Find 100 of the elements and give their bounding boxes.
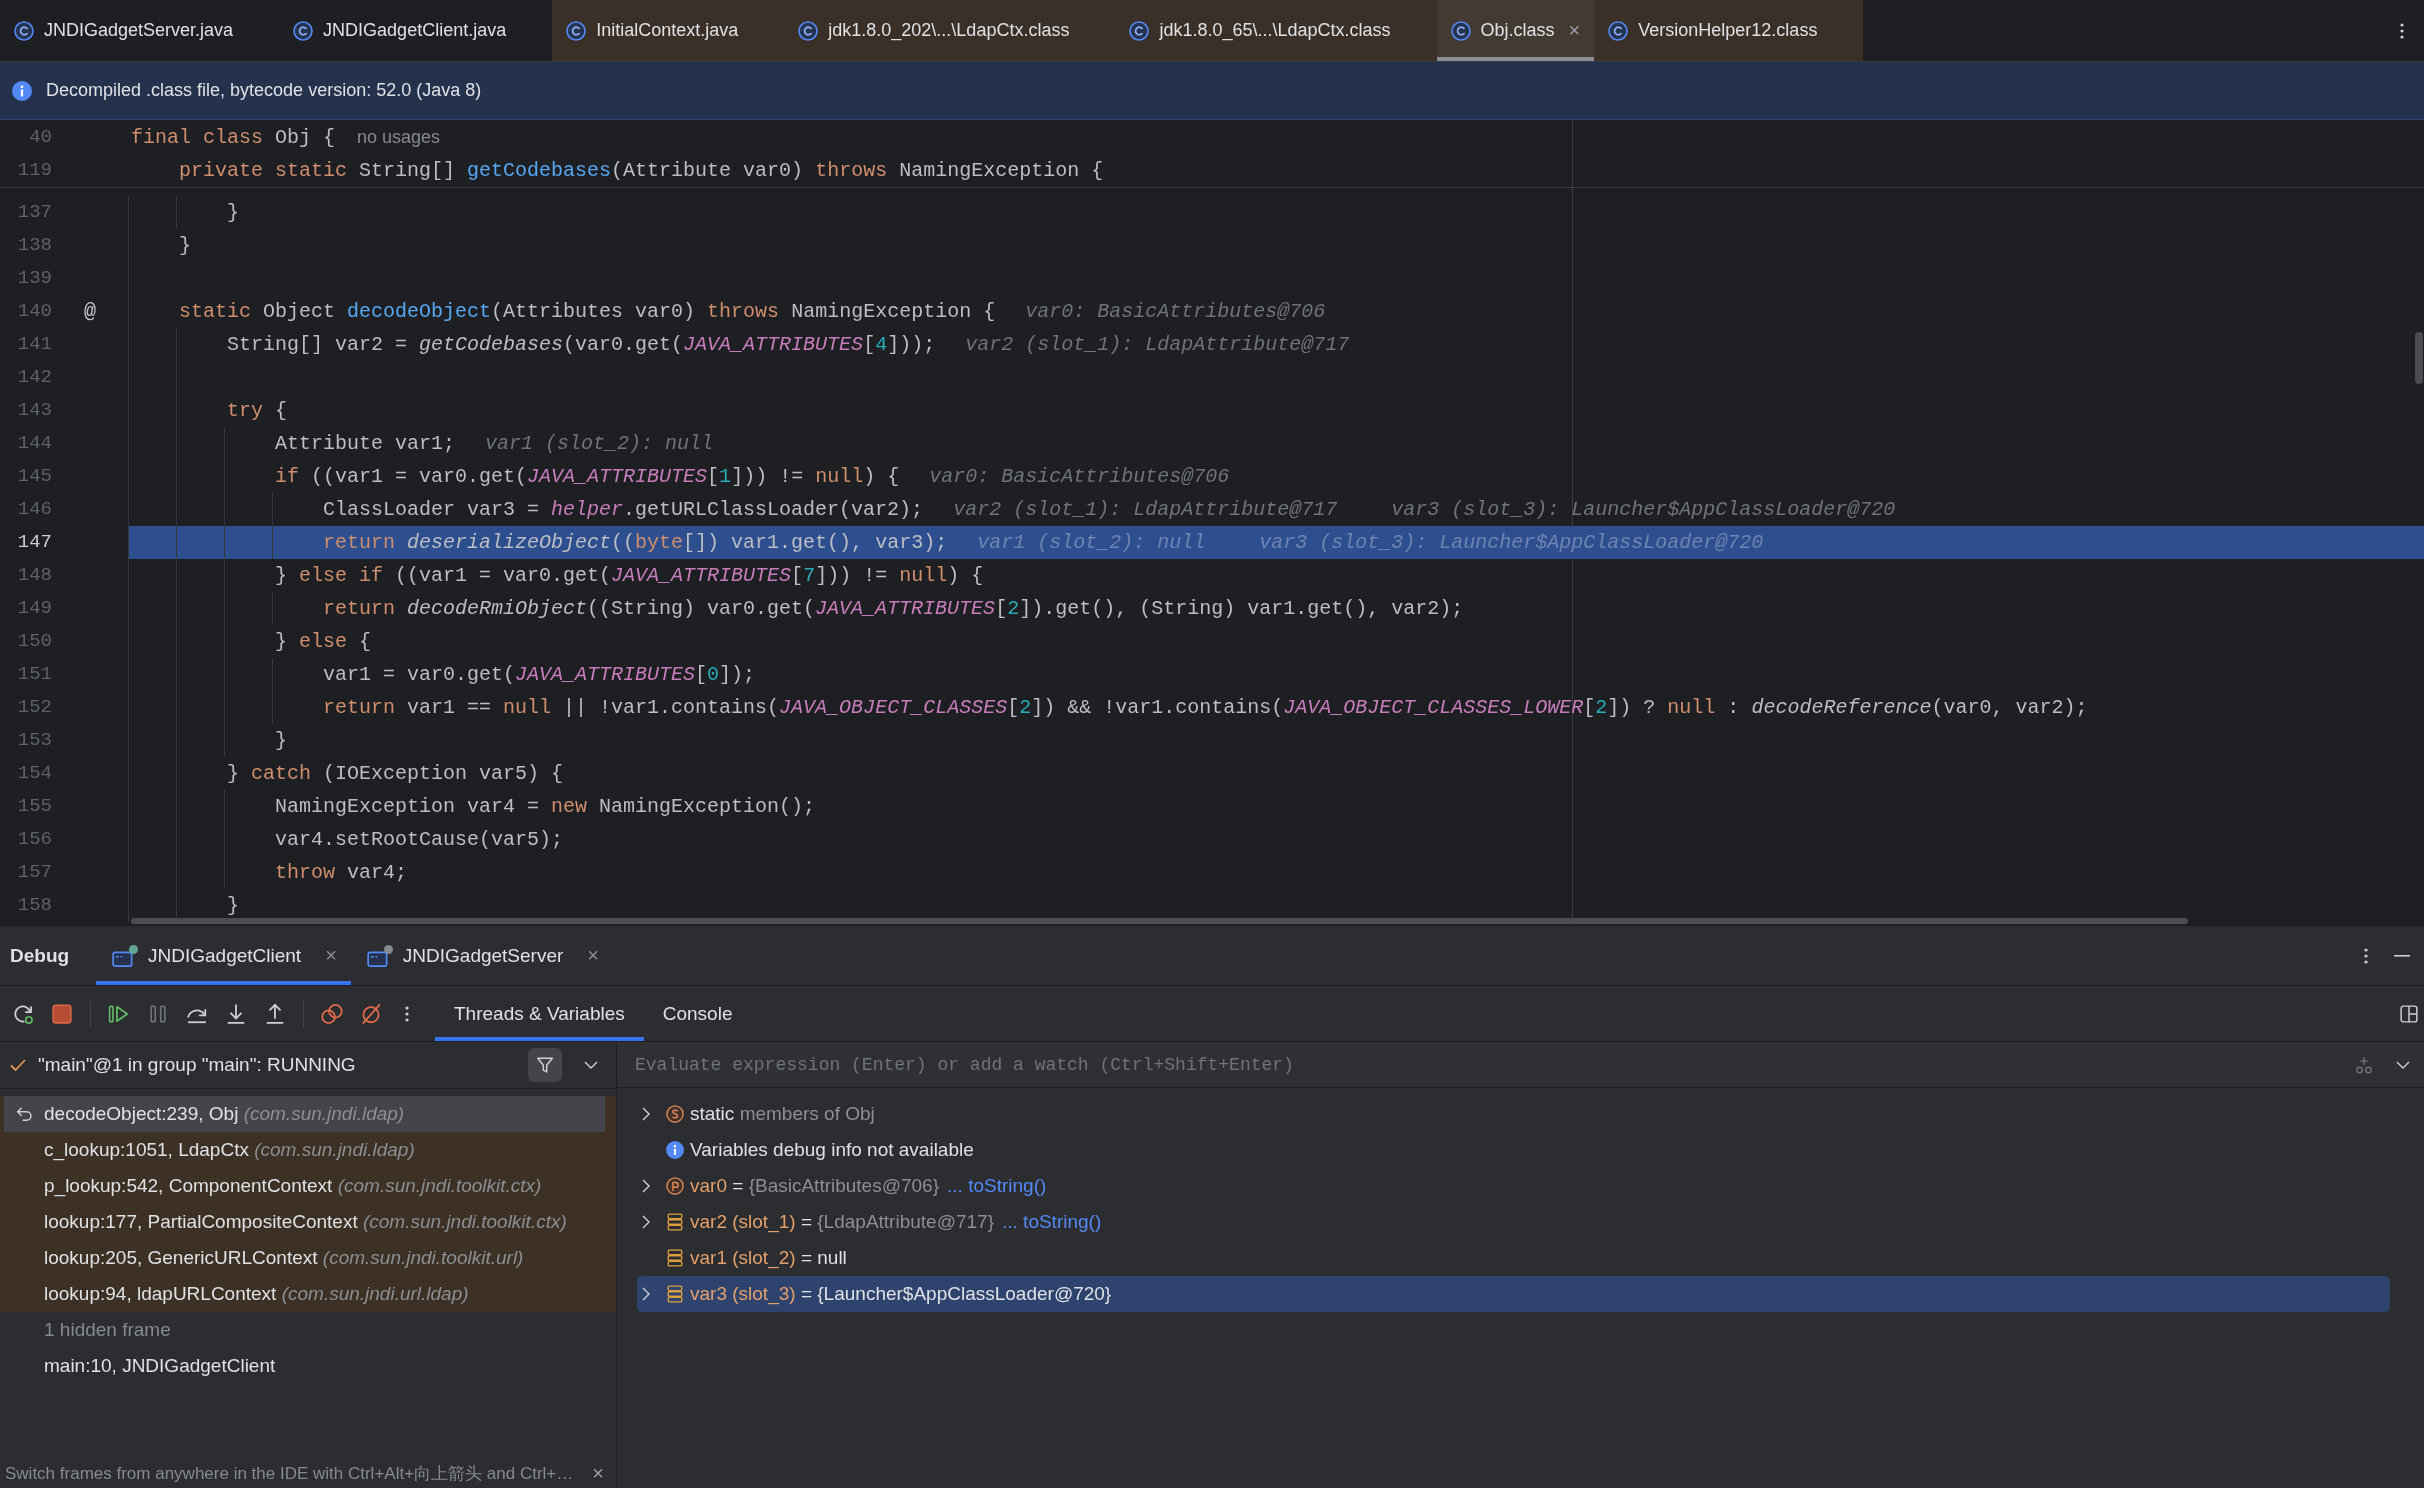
- stack-frame[interactable]: p_lookup:542, ComponentContext (com.sun.jndi.toolkit.ctx): [0, 1168, 616, 1204]
- inline-value-hint: var0: BasicAttributes@706: [1025, 299, 1326, 325]
- editor-tab[interactable]: Obj.class ×: [1436, 0, 1595, 61]
- evaluate-field[interactable]: Evaluate expression (Enter) or add a watch (Ctrl+Shift+Enter): [635, 1049, 2354, 1080]
- circle-c-icon: [1450, 20, 1471, 41]
- mute-breakpoints-icon[interactable]: [360, 1002, 382, 1025]
- line-number: 141: [16, 332, 52, 357]
- code-line: return decodeRmiObject((String) var0.get(JAVA_ATTRIBUTES[2]).get(), (String) var1.get(), var2);: [323, 596, 1464, 622]
- stack-frame[interactable]: decodeObject:239, Obj (com.sun.jndi.ldap): [0, 1096, 616, 1132]
- line-number: 156: [16, 827, 52, 852]
- code-line: var1 = var0.get(JAVA_ATTRIBUTES[0]);: [323, 662, 756, 688]
- chevron-down-icon[interactable]: [2396, 1060, 2410, 1069]
- variable-row[interactable]: var2 (slot_1) = {LdapAttribute@717} ... toString(): [637, 1204, 2390, 1240]
- code-line: }: [275, 728, 287, 754]
- code-line: } catch (IOException var5) {: [227, 761, 564, 787]
- editor-tab[interactable]: JNDIGadgetClient.java: [279, 0, 553, 61]
- code-line: ClassLoader var3 = helper.getURLClassLoader(var2);: [323, 497, 924, 523]
- variable-row[interactable]: var3 (slot_3) = {Launcher$AppClassLoader@720}: [637, 1276, 2390, 1312]
- chevron-right-icon[interactable]: [642, 1287, 650, 1301]
- more-icon[interactable]: [2364, 947, 2368, 964]
- session-tab[interactable]: JNDIGadgetClient ×: [96, 926, 351, 985]
- line-number: 151: [16, 662, 52, 687]
- code-line: return var1 == null || !var1.contains(JAVA_OBJECT_CLASSES[2]) && !var1.contains(JAVA_OBJECT_CLASSES_LOWER[2]) ? null : decodeReference(var0, var2);: [323, 695, 2088, 721]
- breakpoints-icon[interactable]: [321, 1002, 343, 1025]
- line-number: 148: [16, 563, 52, 588]
- code-line: } else {: [275, 629, 372, 655]
- variable-row[interactable]: var1 (slot_2) = null: [637, 1240, 2390, 1276]
- variable-row[interactable]: static members of Obj: [637, 1096, 2390, 1132]
- code-line: throw var4;: [275, 860, 408, 886]
- panel-title: Debug: [10, 944, 71, 967]
- editor-tab[interactable]: jdk1.8.0_202\...\LdapCtx.class: [784, 0, 1116, 61]
- horizontal-scrollbar[interactable]: [131, 918, 2188, 924]
- line-number: 154: [16, 761, 52, 786]
- vertical-scrollbar[interactable]: [2415, 332, 2423, 384]
- code-line: private static String[] getCodebases(Attribute var0) throws NamingException {: [179, 158, 1104, 184]
- close-tab-button[interactable]: ×: [325, 944, 337, 967]
- code-line: }: [227, 200, 239, 226]
- code-line: }: [179, 233, 191, 259]
- code-line: var4.setRootCause(var5);: [275, 827, 564, 853]
- editor-tab[interactable]: InitialContext.java: [552, 0, 785, 61]
- circle-c-icon: [566, 20, 587, 41]
- circle-c-icon: [798, 20, 819, 41]
- line-number: 137: [16, 200, 52, 225]
- circle-c-icon: [1608, 20, 1629, 41]
- stack-frame[interactable]: lookup:94, ldapURLContext (com.sun.jndi.url.ldap): [0, 1276, 616, 1312]
- layout-icon[interactable]: [2400, 1004, 2418, 1023]
- code-line: return deserializeObject((byte[]) var1.get(), var3);: [323, 530, 948, 556]
- to-string-link[interactable]: ... toString(): [947, 1175, 1047, 1197]
- inline-value-hint: var2 (slot_1): LdapAttribute@717: [953, 497, 1338, 523]
- stack-frame[interactable]: lookup:205, GenericURLContext (com.sun.jndi.toolkit.url): [0, 1240, 616, 1276]
- line-number: 157: [16, 860, 52, 885]
- code-line: NamingException var4 = new NamingException();: [275, 794, 816, 820]
- stop-icon[interactable]: [51, 1002, 73, 1025]
- variable-row[interactable]: var0 = {BasicAttributes@706} ... toString(): [637, 1168, 2390, 1204]
- chevron-right-icon[interactable]: [642, 1107, 650, 1121]
- gutter-mark[interactable]: @: [84, 299, 96, 324]
- return-arrow-icon: [16, 1106, 34, 1122]
- minimize-icon[interactable]: [2394, 954, 2410, 957]
- line-number: 149: [16, 596, 52, 621]
- editor-tab[interactable]: VersionHelper12.class: [1594, 0, 1864, 61]
- inline-value-hint: var1 (slot_2): null: [485, 431, 714, 457]
- inline-value-hint: var2 (slot_1): LdapAttribute@717: [965, 332, 1350, 358]
- view-tab[interactable]: Threads & Variables: [435, 986, 644, 1041]
- step-into-icon[interactable]: [225, 1002, 247, 1025]
- hidden-frames-row[interactable]: 1 hidden frame: [0, 1312, 616, 1348]
- close-tip-button[interactable]: ×: [592, 1461, 604, 1485]
- evaluate-bar[interactable]: Evaluate expression (Enter) or add a watch (Ctrl+Shift+Enter): [617, 1042, 2424, 1088]
- stacked-bars-icon: [666, 1249, 684, 1267]
- view-tab[interactable]: Console: [643, 986, 752, 1041]
- line-number: 138: [16, 233, 52, 258]
- line-number: 158: [16, 893, 52, 918]
- step-out-icon[interactable]: [264, 1002, 286, 1025]
- filter-button[interactable]: [528, 1048, 562, 1082]
- close-tab-button[interactable]: ×: [1568, 19, 1581, 42]
- stack-frame[interactable]: lookup:177, PartialCompositeContext (com.sun.jndi.toolkit.ctx): [0, 1204, 616, 1240]
- stack-frame[interactable]: main:10, JNDIGadgetClient: [0, 1348, 616, 1384]
- more-icon[interactable]: [2400, 22, 2404, 39]
- session-tab[interactable]: JNDIGadgetServer ×: [350, 926, 613, 985]
- chevron-right-icon[interactable]: [642, 1215, 650, 1229]
- stacked-bars-icon: [666, 1285, 684, 1303]
- chevron-down-icon[interactable]: [584, 1061, 598, 1069]
- inline-value-hint: var0: BasicAttributes@706: [929, 464, 1230, 490]
- circle-c-icon: [293, 20, 314, 41]
- variable-row[interactable]: Variables debug info not available: [637, 1132, 2390, 1168]
- usages-hint: no usages: [357, 127, 441, 148]
- editor-tab[interactable]: jdk1.8.0_65\...\LdapCtx.class: [1115, 0, 1437, 61]
- line-number: 145: [16, 464, 52, 489]
- thread-label[interactable]: "main"@1 in group "main": RUNNING: [38, 1054, 356, 1076]
- code-line: final class Obj {: [131, 125, 336, 151]
- circle-c-icon: [14, 20, 34, 41]
- more-icon[interactable]: [405, 1004, 409, 1023]
- chevron-right-icon[interactable]: [642, 1179, 650, 1193]
- check-icon: [10, 1059, 26, 1071]
- frames-tip-text: Switch frames from anywhere in the IDE with Ctrl+Alt+向上箭头 and Ctrl+…: [5, 1462, 574, 1485]
- add-watch-icon[interactable]: [2354, 1055, 2374, 1074]
- stacked-bars-icon: [666, 1213, 684, 1231]
- editor-tab[interactable]: JNDIGadgetServer.java: [0, 0, 280, 61]
- close-tab-button[interactable]: ×: [587, 944, 599, 967]
- to-string-link[interactable]: ... toString(): [1002, 1211, 1102, 1233]
- stack-frame[interactable]: c_lookup:1051, LdapCtx (com.sun.jndi.ldap): [0, 1132, 616, 1168]
